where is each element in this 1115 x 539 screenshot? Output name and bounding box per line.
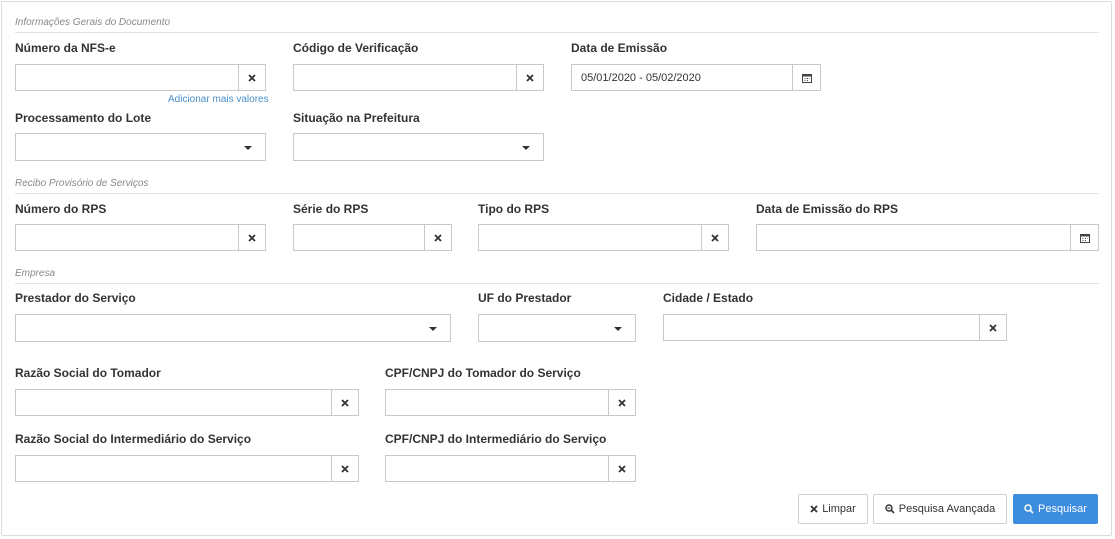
data-emissao-calendar-button[interactable] (792, 65, 820, 90)
zoom-search-icon (885, 504, 895, 514)
label-numero-nfse: Número da NFS-e (15, 41, 116, 55)
clear-button-label: Limpar (822, 503, 856, 515)
situacao-prefeitura-select[interactable] (293, 133, 544, 161)
label-prestador-servico: Prestador do Serviço (15, 291, 136, 305)
label-cpf-cnpj-intermediario: CPF/CNPJ do Intermediário do Serviço (385, 432, 607, 446)
processamento-lote-select[interactable] (15, 133, 266, 161)
razao-social-tomador-field (15, 389, 359, 416)
close-icon (248, 73, 256, 82)
label-numero-rps: Número do RPS (15, 202, 107, 216)
numero-nfse-field (15, 64, 266, 91)
data-emissao-input[interactable] (572, 65, 792, 90)
cpf-cnpj-tomador-clear-button[interactable] (608, 390, 635, 415)
add-more-values-link[interactable]: Adicionar mais valores (168, 94, 269, 105)
caret-down-icon (614, 327, 622, 331)
serie-rps-input[interactable] (294, 225, 424, 250)
numero-rps-clear-button[interactable] (238, 225, 265, 250)
label-data-emissao: Data de Emissão (571, 41, 668, 55)
search-icon (1024, 504, 1034, 514)
numero-nfse-clear-button[interactable] (238, 65, 265, 90)
data-emissao-field (571, 64, 821, 91)
cpf-cnpj-tomador-input[interactable] (386, 390, 608, 415)
razao-social-tomador-clear-button[interactable] (331, 390, 358, 415)
label-codigo-verificacao: Código de Verificação (293, 41, 419, 55)
label-tipo-rps: Tipo do RPS (478, 202, 550, 216)
numero-rps-input[interactable] (16, 225, 238, 250)
close-icon (711, 233, 719, 242)
razao-social-intermediario-input[interactable] (16, 456, 331, 481)
label-cidade-estado: Cidade / Estado (663, 291, 754, 305)
section-title-rps: Recibo Provisório de Serviços (15, 178, 149, 189)
close-icon (810, 505, 818, 513)
label-uf-prestador: UF do Prestador (478, 291, 572, 305)
data-emissao-rps-input[interactable] (757, 225, 1070, 250)
tipo-rps-input[interactable] (479, 225, 701, 250)
caret-down-icon (244, 146, 252, 150)
caret-down-icon (429, 327, 437, 331)
close-icon (341, 398, 349, 407)
calendar-icon (1079, 233, 1090, 243)
serie-rps-field (293, 224, 452, 251)
clear-button[interactable]: Limpar (798, 494, 868, 524)
label-data-emissao-rps: Data de Emissão do RPS (756, 202, 899, 216)
label-razao-social-intermediario: Razão Social do Intermediário do Serviço (15, 432, 252, 446)
label-serie-rps: Série do RPS (293, 202, 369, 216)
section-divider (15, 32, 1099, 33)
calendar-icon (801, 73, 812, 83)
label-processamento-lote: Processamento do Lote (15, 111, 152, 125)
close-icon (341, 464, 349, 473)
cpf-cnpj-tomador-field (385, 389, 636, 416)
cidade-estado-field (663, 314, 1007, 341)
close-icon (248, 233, 256, 242)
codigo-verificacao-field (293, 64, 544, 91)
prestador-servico-select[interactable] (15, 314, 451, 342)
cpf-cnpj-intermediario-field (385, 455, 636, 482)
search-button[interactable]: Pesquisar (1013, 494, 1098, 524)
tipo-rps-clear-button[interactable] (701, 225, 728, 250)
cpf-cnpj-intermediario-input[interactable] (386, 456, 608, 481)
section-divider (15, 193, 1099, 194)
cpf-cnpj-intermediario-clear-button[interactable] (608, 456, 635, 481)
cidade-estado-input[interactable] (664, 315, 979, 340)
label-razao-social-tomador: Razão Social do Tomador (15, 366, 161, 380)
uf-prestador-select[interactable] (478, 314, 636, 342)
codigo-verificacao-clear-button[interactable] (516, 65, 543, 90)
label-cpf-cnpj-tomador: CPF/CNPJ do Tomador do Serviço (385, 366, 581, 380)
data-emissao-rps-field (756, 224, 1099, 251)
close-icon (618, 398, 626, 407)
cidade-estado-clear-button[interactable] (979, 315, 1006, 340)
close-icon (618, 464, 626, 473)
search-button-label: Pesquisar (1038, 503, 1087, 515)
numero-nfse-input[interactable] (16, 65, 238, 90)
codigo-verificacao-input[interactable] (294, 65, 516, 90)
section-title-company: Empresa (15, 268, 56, 279)
section-divider (15, 283, 1099, 284)
numero-rps-field (15, 224, 266, 251)
caret-down-icon (522, 146, 530, 150)
advanced-search-button-label: Pesquisa Avançada (898, 503, 996, 515)
close-icon (526, 73, 534, 82)
label-situacao-prefeitura: Situação na Prefeitura (293, 111, 420, 125)
close-icon (989, 323, 997, 332)
data-emissao-rps-calendar-button[interactable] (1070, 225, 1098, 250)
razao-social-intermediario-field (15, 455, 359, 482)
razao-social-tomador-input[interactable] (16, 390, 331, 415)
advanced-search-button[interactable]: Pesquisa Avançada (873, 494, 1007, 524)
close-icon (434, 233, 442, 242)
section-title-general: Informações Gerais do Documento (15, 17, 171, 28)
tipo-rps-field (478, 224, 729, 251)
razao-social-intermediario-clear-button[interactable] (331, 456, 358, 481)
serie-rps-clear-button[interactable] (424, 225, 451, 250)
